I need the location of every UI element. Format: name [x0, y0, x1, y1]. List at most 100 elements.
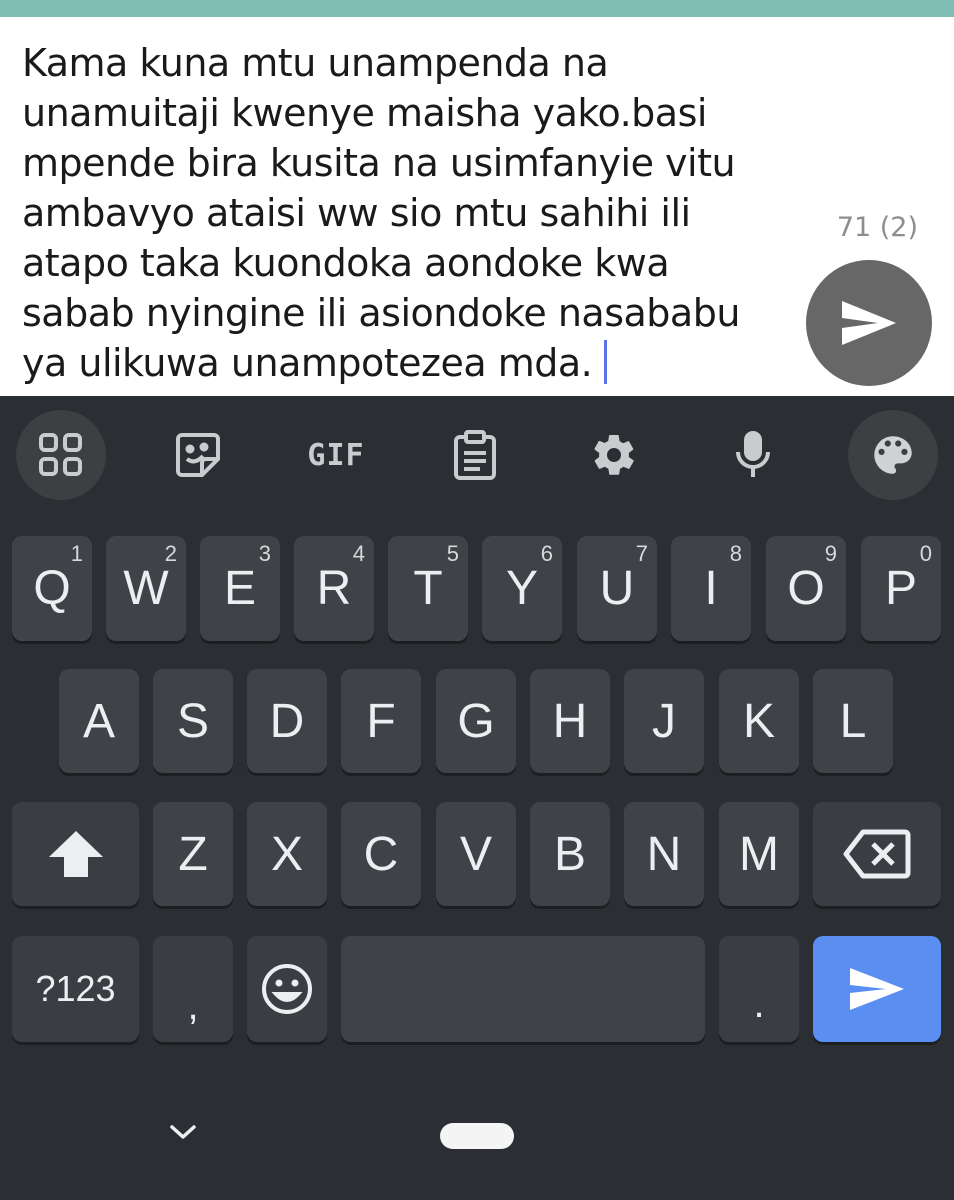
key-o[interactable]: O9 — [766, 536, 846, 641]
key-label: O — [787, 562, 825, 615]
key-label: E — [223, 562, 256, 615]
keyboard: GIF Q1 W2 E3 R4 T5 Y6 U7 I8 O9 P0 A S D … — [0, 396, 954, 1200]
enter-send-key[interactable] — [813, 936, 941, 1042]
key-w[interactable]: W2 — [106, 536, 186, 641]
key-label: R — [316, 562, 352, 615]
send-button[interactable] — [806, 260, 932, 386]
key-label: W — [123, 562, 169, 615]
key-hint: 7 — [635, 541, 648, 566]
voice-input-button[interactable] — [708, 410, 798, 500]
key-hint: 8 — [729, 541, 742, 566]
key-label: P — [884, 562, 917, 615]
key-r[interactable]: R4 — [294, 536, 374, 641]
apps-button[interactable] — [16, 410, 106, 500]
symbols-key[interactable]: ?123 — [12, 936, 139, 1042]
send-icon — [842, 301, 896, 345]
clipboard-button[interactable] — [430, 410, 520, 500]
key-label: L — [839, 694, 867, 748]
key-t[interactable]: T5 — [388, 536, 468, 641]
send-icon — [850, 968, 904, 1010]
symbols-label: ?123 — [35, 968, 116, 1009]
gif-button[interactable]: GIF — [291, 410, 381, 500]
key-p[interactable]: P0 — [861, 536, 941, 641]
key-hint: 0 — [919, 541, 932, 566]
key-label: B — [553, 827, 586, 881]
key-hint: 5 — [446, 541, 459, 566]
shift-key[interactable] — [12, 802, 139, 906]
key-s[interactable]: S — [153, 669, 233, 773]
key-g[interactable]: G — [436, 669, 516, 773]
palette-icon — [874, 436, 912, 474]
period-key[interactable]: . — [719, 936, 799, 1042]
key-q[interactable]: Q1 — [12, 536, 92, 641]
key-e[interactable]: E3 — [200, 536, 280, 641]
message-line: ya ulikuwa unampotezea mda. — [22, 341, 593, 385]
key-z[interactable]: Z — [153, 802, 233, 906]
comma-key[interactable]: , — [153, 936, 233, 1042]
sticker-icon — [176, 433, 220, 477]
key-label: M — [739, 827, 779, 881]
key-label: U — [599, 562, 635, 615]
emoji-key[interactable] — [247, 936, 327, 1042]
microphone-icon — [736, 431, 770, 477]
character-counter: 71 (2) — [836, 212, 918, 243]
key-y[interactable]: Y6 — [482, 536, 562, 641]
message-line: sabab nyingine ili asiondoke nasababu — [22, 291, 740, 335]
key-j[interactable]: J — [624, 669, 704, 773]
message-input[interactable]: Kama kuna mtu unampenda na unamuitaji kw… — [22, 38, 782, 388]
space-bar[interactable] — [341, 936, 705, 1042]
emoji-icon — [262, 964, 312, 1014]
key-c[interactable]: C — [341, 802, 421, 906]
key-label: Q — [33, 562, 71, 615]
key-d[interactable]: D — [247, 669, 327, 773]
key-label: H — [552, 694, 588, 748]
key-x[interactable]: X — [247, 802, 327, 906]
key-v[interactable]: V — [436, 802, 516, 906]
key-m[interactable]: M — [719, 802, 799, 906]
apps-grid-icon — [39, 433, 82, 476]
key-label: K — [742, 694, 775, 748]
message-line: atapo taka kuondoka aondoke kwa — [22, 241, 670, 285]
key-b[interactable]: B — [530, 802, 610, 906]
text-cursor — [604, 340, 608, 384]
key-label: D — [269, 694, 305, 748]
key-label: A — [82, 694, 115, 748]
backspace-key[interactable] — [813, 802, 941, 906]
key-hint: 4 — [352, 541, 365, 566]
key-label: S — [176, 694, 209, 748]
key-label: X — [270, 827, 303, 881]
message-line: mpende bira kusita na usimfanyie vitu — [22, 141, 736, 185]
key-i[interactable]: I8 — [671, 536, 751, 641]
backspace-icon — [843, 829, 911, 879]
key-hint: 6 — [540, 541, 553, 566]
key-a[interactable]: A — [59, 669, 139, 773]
settings-button[interactable] — [569, 410, 659, 500]
gif-label: GIF — [307, 437, 365, 473]
home-pill[interactable] — [440, 1123, 514, 1149]
shift-icon — [48, 831, 103, 877]
key-label: G — [457, 694, 495, 748]
key-h[interactable]: H — [530, 669, 610, 773]
status-bar-strip — [0, 0, 954, 17]
key-n[interactable]: N — [624, 802, 704, 906]
clipboard-icon — [454, 430, 496, 480]
message-line: ambavyo ataisi ww sio mtu sahihi ili — [22, 191, 691, 235]
message-line: Kama kuna mtu unampenda na — [22, 41, 609, 85]
key-label: F — [366, 694, 396, 748]
gear-icon — [594, 434, 634, 475]
key-hint: 2 — [164, 541, 177, 566]
key-label: Y — [505, 562, 538, 615]
key-k[interactable]: K — [719, 669, 799, 773]
key-u[interactable]: U7 — [577, 536, 657, 641]
period-label: . — [753, 981, 765, 1026]
chevron-down-icon[interactable] — [168, 1122, 198, 1142]
key-l[interactable]: L — [813, 669, 893, 773]
sticker-button[interactable] — [153, 410, 243, 500]
theme-button[interactable] — [848, 410, 938, 500]
comma-label: , — [187, 983, 199, 1028]
key-label: I — [704, 562, 718, 615]
key-f[interactable]: F — [341, 669, 421, 773]
key-label: V — [459, 827, 492, 881]
compose-area[interactable]: Kama kuna mtu unampenda na unamuitaji kw… — [0, 17, 954, 395]
key-label: T — [413, 562, 443, 615]
